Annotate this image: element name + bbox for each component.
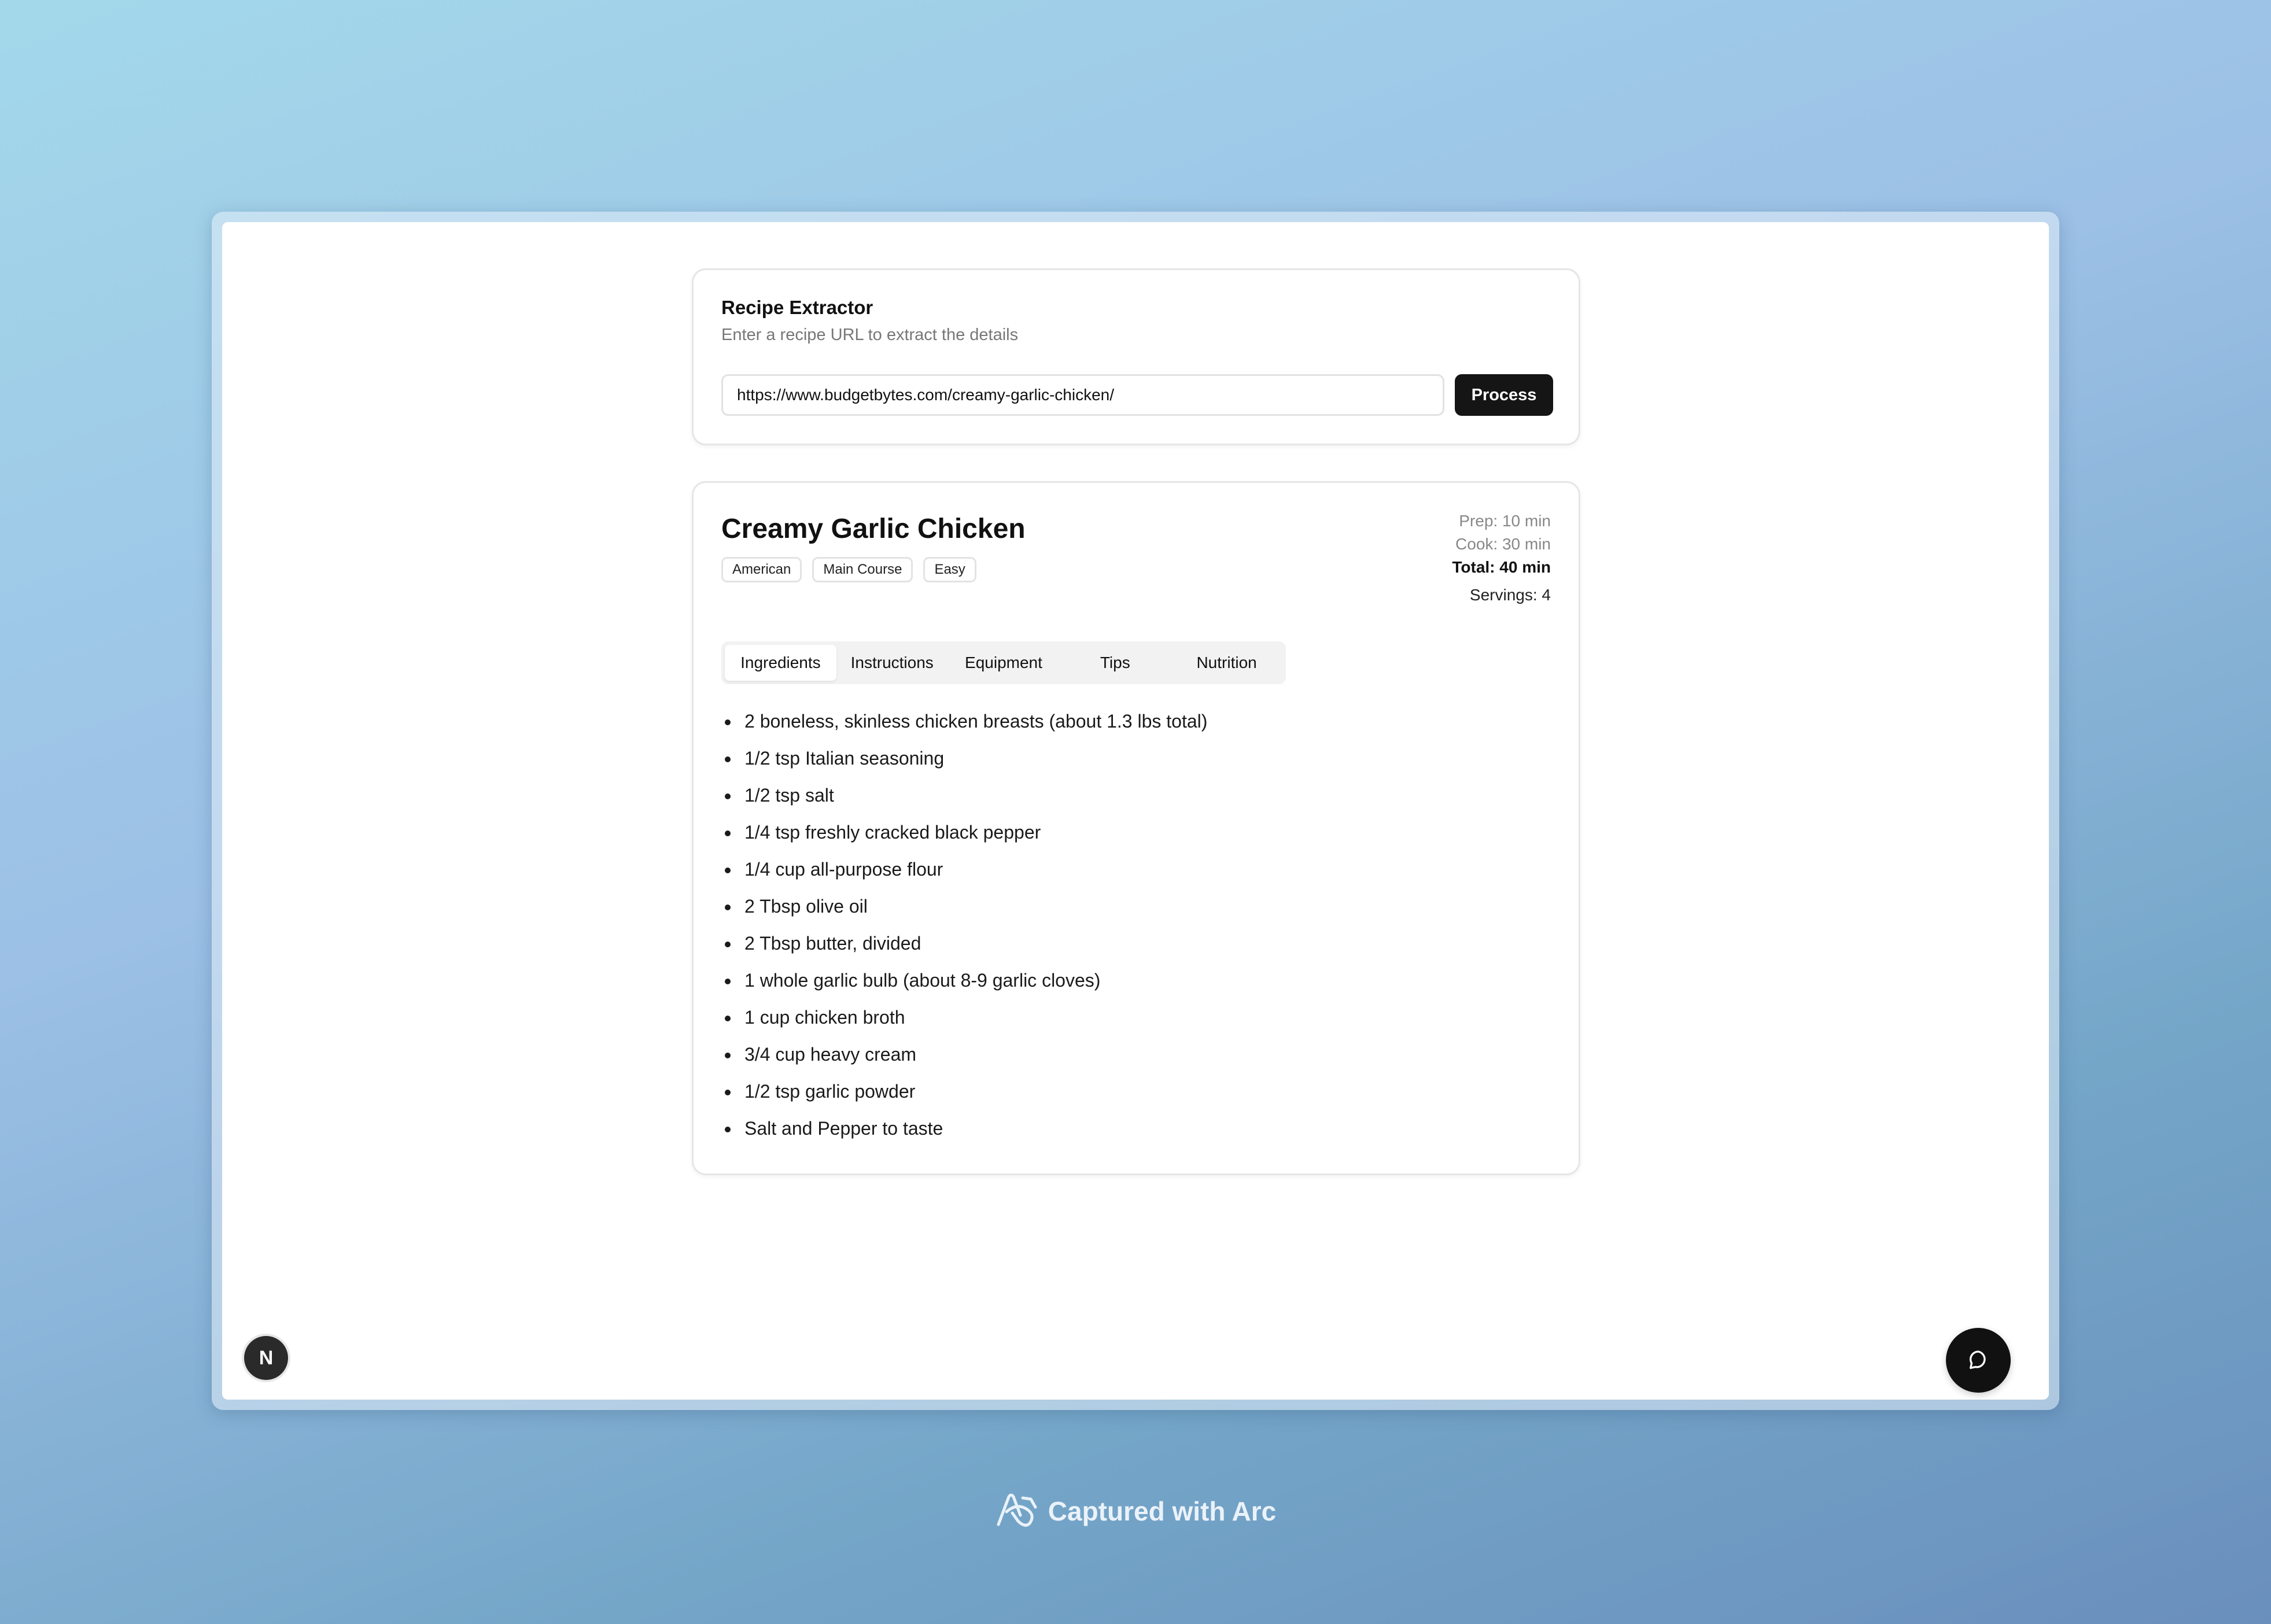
list-item: 2 Tbsp olive oil (721, 888, 1207, 925)
nextjs-icon[interactable]: N (244, 1336, 288, 1380)
list-item: 3/4 cup heavy cream (721, 1036, 1207, 1073)
extractor-subtitle: Enter a recipe URL to extract the detail… (721, 326, 1019, 344)
recipe-url-input[interactable] (721, 374, 1444, 416)
tab-instructions[interactable]: Instructions (836, 645, 948, 681)
process-button[interactable]: Process (1455, 374, 1553, 416)
page-viewport: Recipe Extractor Enter a recipe URL to e… (222, 222, 2049, 1400)
list-item: 1/4 tsp freshly cracked black pepper (721, 814, 1207, 851)
extractor-title: Recipe Extractor (721, 297, 873, 318)
recipe-tabs: Ingredients Instructions Equipment Tips … (721, 641, 1286, 684)
browser-window: Recipe Extractor Enter a recipe URL to e… (212, 212, 2059, 1410)
list-item: 2 boneless, skinless chicken breasts (ab… (721, 703, 1207, 740)
list-item: 1/2 tsp salt (721, 777, 1207, 814)
tab-equipment[interactable]: Equipment (948, 645, 1060, 681)
recipe-card: Creamy Garlic Chicken American Main Cour… (692, 481, 1580, 1175)
ingredients-list: 2 boneless, skinless chicken breasts (ab… (721, 703, 1207, 1147)
arc-logo-icon (997, 1493, 1037, 1527)
list-item: 1/2 tsp garlic powder (721, 1073, 1207, 1110)
chat-button[interactable] (1946, 1328, 2011, 1393)
recipe-extractor-card: Recipe Extractor Enter a recipe URL to e… (692, 268, 1580, 445)
tab-nutrition[interactable]: Nutrition (1171, 645, 1282, 681)
total-time: Total: 40 min (1452, 558, 1551, 576)
list-item: 1/2 tsp Italian seasoning (721, 740, 1207, 777)
list-item: 1 whole garlic bulb (about 8-9 garlic cl… (721, 962, 1207, 999)
recipe-tags: American Main Course Easy (721, 557, 976, 582)
dev-badge-letter: N (259, 1346, 274, 1369)
list-item: Salt and Pepper to taste (721, 1110, 1207, 1147)
list-item: 1 cup chicken broth (721, 999, 1207, 1036)
recipe-title: Creamy Garlic Chicken (721, 514, 1026, 544)
list-item: 1/4 cup all-purpose flour (721, 851, 1207, 888)
chat-bubble-icon (1970, 1350, 1986, 1369)
prep-time: Prep: 10 min (1459, 512, 1551, 530)
capture-footer: Captured with Arc (0, 1492, 2271, 1530)
tab-tips[interactable]: Tips (1059, 645, 1171, 681)
tag-cuisine: American (721, 557, 802, 582)
list-item: 2 Tbsp butter, divided (721, 925, 1207, 962)
servings: Servings: 4 (1469, 586, 1551, 604)
tag-course: Main Course (812, 557, 913, 582)
recipe-meta: Prep: 10 min Cook: 30 min Total: 40 min … (1452, 510, 1551, 607)
tab-ingredients[interactable]: Ingredients (725, 645, 836, 681)
cook-time: Cook: 30 min (1455, 535, 1551, 553)
tag-difficulty: Easy (923, 557, 976, 582)
footer-text: Captured with Arc (1048, 1496, 1277, 1526)
